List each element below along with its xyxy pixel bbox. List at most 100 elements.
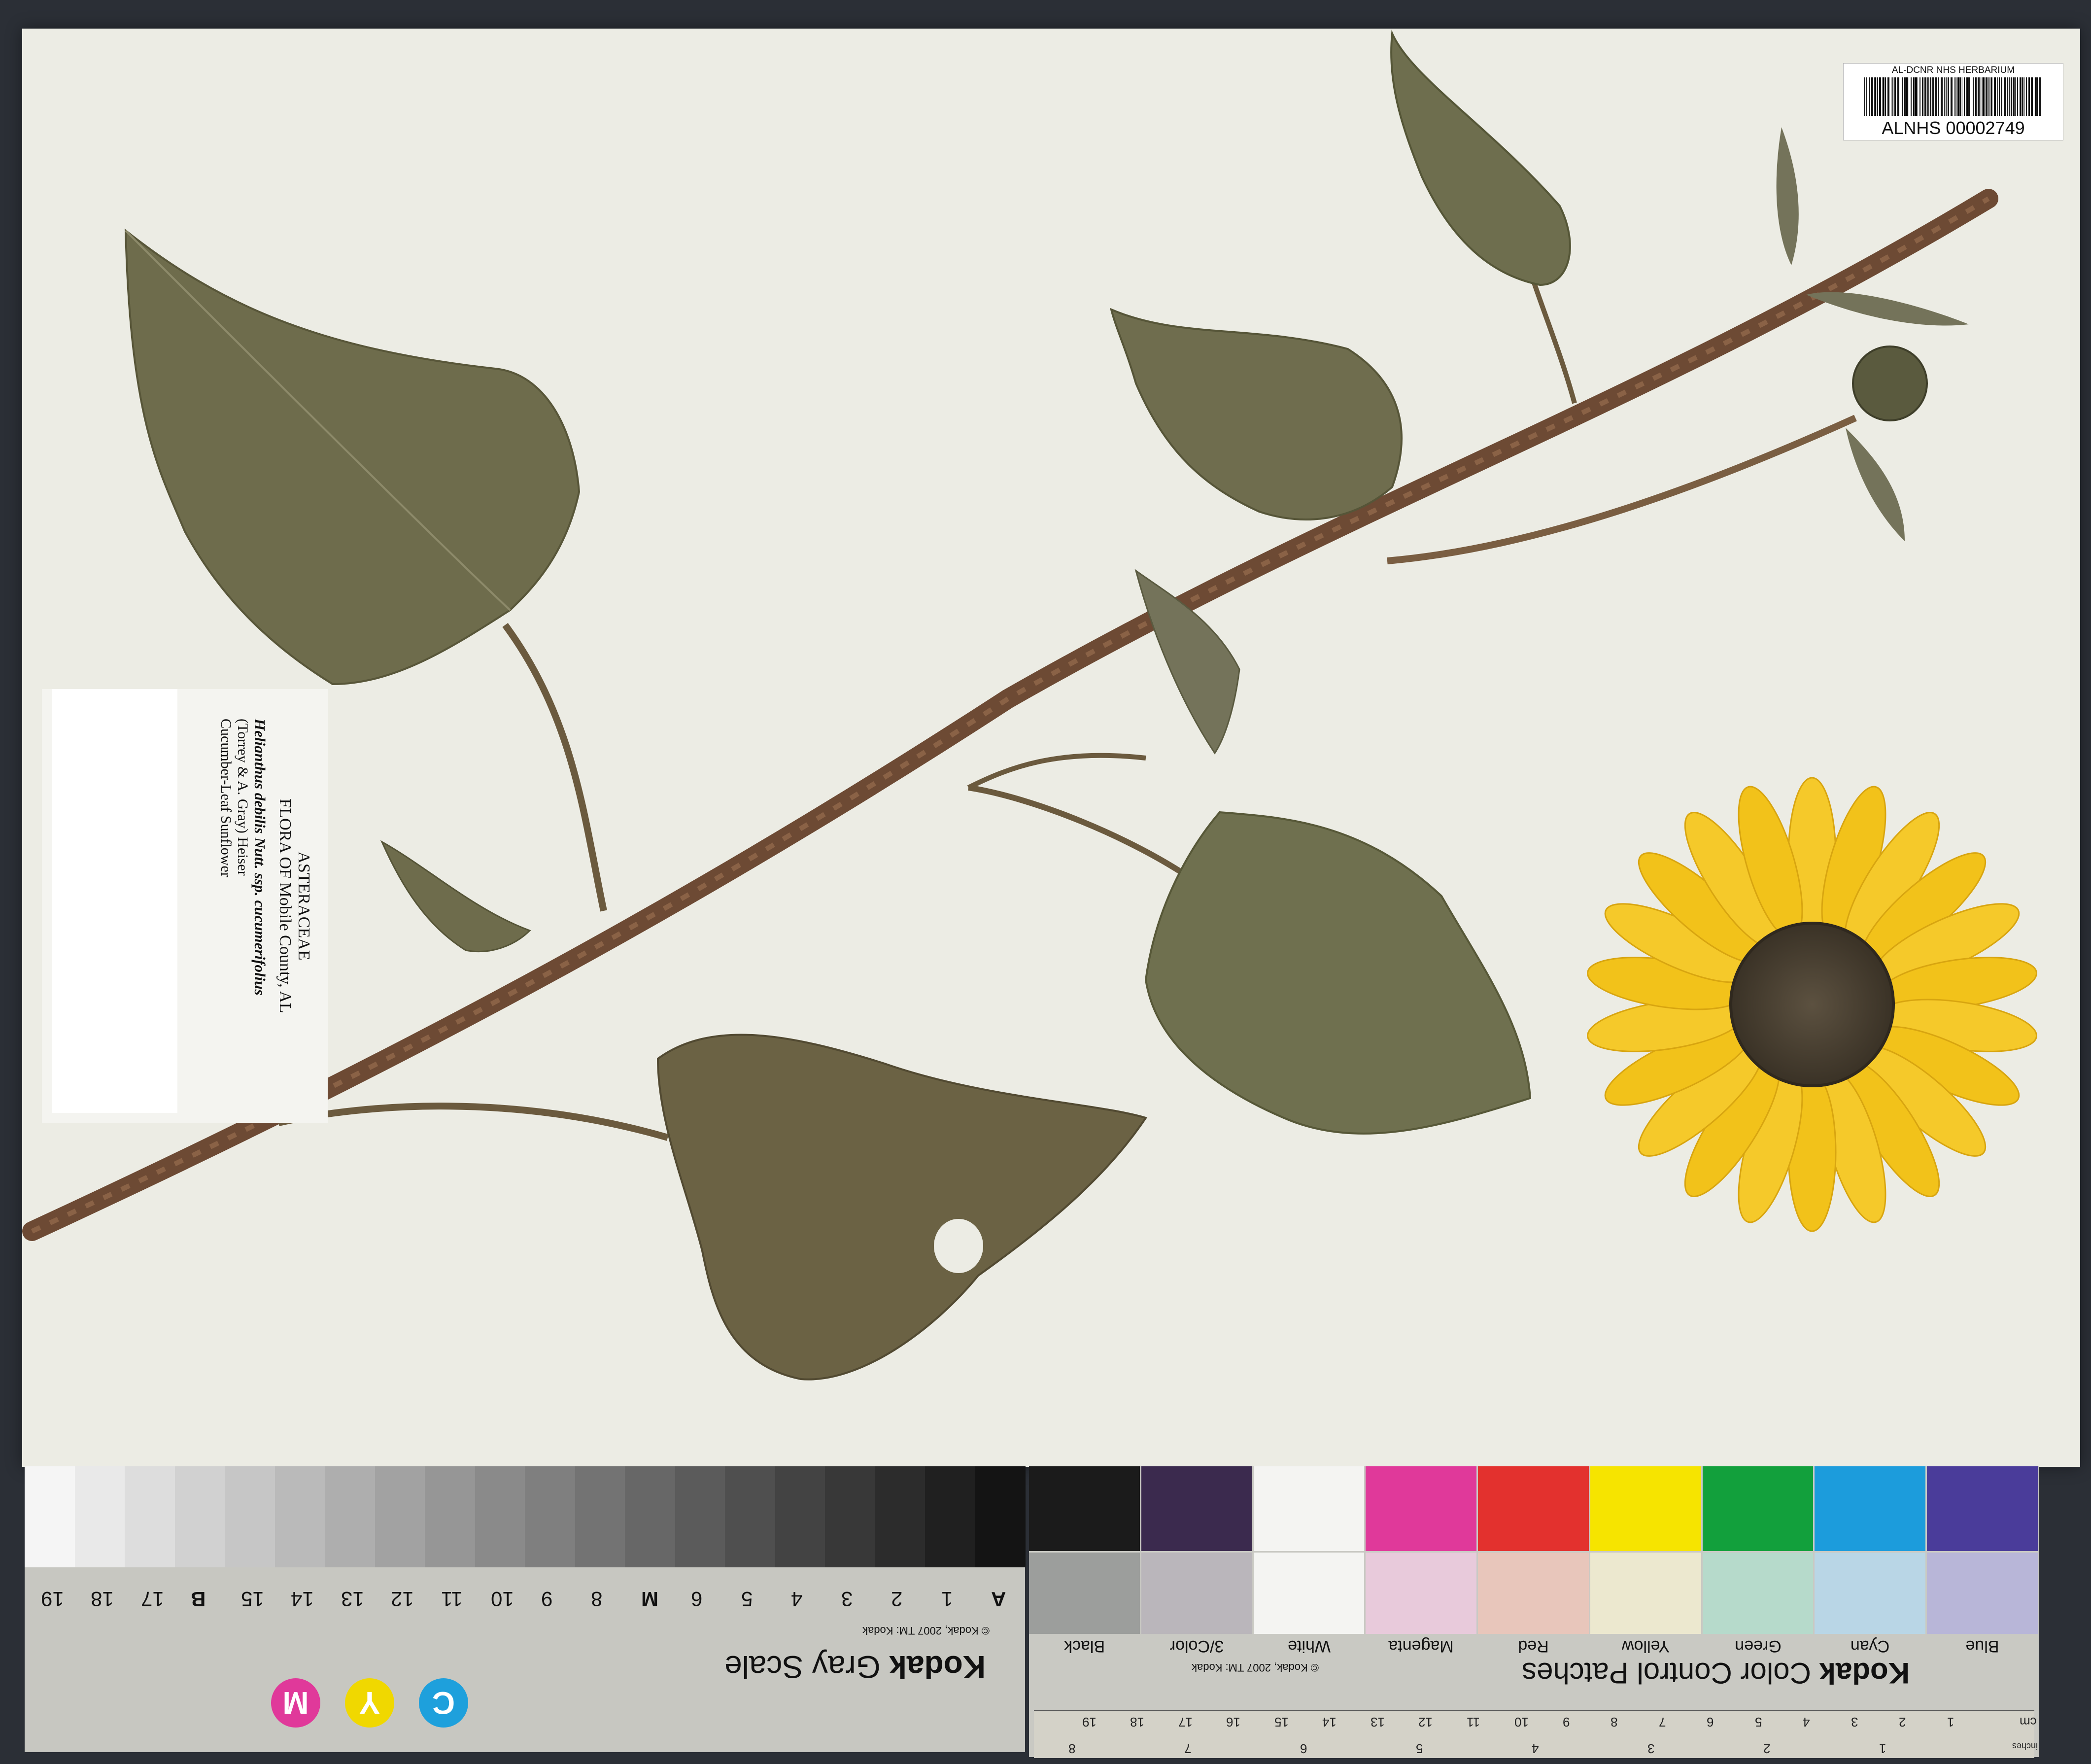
ruler-cm-label: 17 bbox=[1178, 1715, 1193, 1729]
gray-step-label: 15 bbox=[240, 1588, 264, 1611]
gray-scale-title: Gray Scale bbox=[724, 1649, 881, 1685]
ruler-cm-label: 9 bbox=[1562, 1715, 1570, 1729]
color-patch bbox=[1478, 1466, 1589, 1551]
leaf bbox=[1776, 127, 1799, 265]
color-patch-light bbox=[1815, 1553, 1926, 1634]
branch bbox=[968, 785, 1197, 884]
color-patch bbox=[1702, 1466, 1814, 1551]
cmy-y: Y bbox=[345, 1678, 394, 1728]
gray-patch bbox=[174, 1466, 225, 1567]
color-patch-light bbox=[1029, 1553, 1140, 1634]
gray-patch bbox=[274, 1466, 325, 1567]
gray-step-label: A bbox=[991, 1588, 1006, 1611]
barcode-label: AL-DCNR NHS HERBARIUM ALNHS 00002749 bbox=[1843, 63, 2063, 140]
gray-step-label: 18 bbox=[91, 1588, 114, 1611]
color-patch-light bbox=[1253, 1553, 1365, 1634]
taxon-name: Helianthus debilis Nutt. ssp. cucumerifo… bbox=[251, 719, 269, 996]
gray-step-label: 2 bbox=[891, 1588, 903, 1611]
branch bbox=[502, 623, 607, 912]
gray-step-label: 5 bbox=[741, 1588, 753, 1611]
color-patch-light bbox=[1478, 1553, 1589, 1634]
gray-step-label: 10 bbox=[491, 1588, 514, 1611]
color-name: Blue bbox=[1965, 1637, 1999, 1656]
ruler-cm-label: 14 bbox=[1322, 1715, 1337, 1729]
color-patch bbox=[1927, 1466, 2038, 1551]
gray-patch bbox=[475, 1466, 525, 1567]
ruler-cm-label: 1 bbox=[1947, 1715, 1954, 1729]
family-name: ASTERACEAE bbox=[295, 851, 313, 961]
leaf bbox=[656, 1034, 1148, 1381]
ruler-unit-in: inches bbox=[2012, 1741, 2038, 1751]
ruler-cm-label: 4 bbox=[1803, 1715, 1810, 1729]
ruler-cm-label: 18 bbox=[1130, 1715, 1144, 1729]
gray-step-label: 13 bbox=[341, 1588, 364, 1611]
gray-patch bbox=[775, 1466, 825, 1567]
color-patch-light bbox=[1702, 1553, 1814, 1634]
gray-step-label: 3 bbox=[841, 1588, 853, 1611]
gray-patch bbox=[125, 1466, 175, 1567]
ruler-inch-label: 1 bbox=[1879, 1741, 1886, 1756]
specimen-plant bbox=[22, 30, 2037, 1381]
leaf bbox=[1846, 428, 1905, 541]
ruler-inch-label: 4 bbox=[1532, 1741, 1539, 1756]
taxon-authors: (Torrey & A. Gray) Heiser bbox=[235, 719, 251, 876]
ruler-cm-label: 11 bbox=[1466, 1715, 1480, 1729]
color-patch bbox=[1366, 1466, 1477, 1551]
color-name: 3/Color bbox=[1169, 1637, 1224, 1656]
cmy-m: M bbox=[271, 1678, 320, 1728]
specimen-label: ASTERACEAE FLORA OF Mobile County, AL He… bbox=[42, 689, 328, 1123]
ruler-unit-cm: cm bbox=[2020, 1715, 2037, 1729]
kodak-gray-scale: 19 18 17 B 15 14 13 12 11 10 9 8 M 6 5 4 3 2 1 A Kodak Gray… bbox=[25, 1466, 1026, 1752]
leaf bbox=[1390, 30, 1571, 286]
ruler-inch-label: 8 bbox=[1068, 1741, 1076, 1756]
branch bbox=[1387, 415, 1857, 564]
gray-step-label: 19 bbox=[40, 1588, 64, 1611]
ruler-cm-label: 7 bbox=[1658, 1715, 1666, 1729]
catalog-number: ALNHS 00002749 bbox=[1882, 118, 2025, 138]
ruler-cm-label: 16 bbox=[1226, 1715, 1240, 1729]
color-patch bbox=[1029, 1466, 1140, 1551]
barcode-bars bbox=[1864, 77, 2041, 116]
color-name: Green bbox=[1734, 1637, 1782, 1656]
gray-patch bbox=[225, 1466, 275, 1567]
color-patch bbox=[1141, 1466, 1252, 1551]
color-patch-light bbox=[1927, 1553, 2038, 1634]
common-name: Cucumber-Leaf Sunflower bbox=[218, 719, 234, 877]
ruler-inch-label: 3 bbox=[1647, 1741, 1655, 1756]
ruler-cm-label: 2 bbox=[1899, 1715, 1906, 1729]
ruler-cm-label: 19 bbox=[1082, 1715, 1097, 1729]
color-patches-copyright: © Kodak, 2007 TM: Kodak bbox=[1192, 1661, 1319, 1674]
ruler-cm-label: 13 bbox=[1370, 1715, 1385, 1729]
color-patch bbox=[1815, 1466, 1926, 1551]
gray-step-label: 12 bbox=[391, 1588, 414, 1611]
color-name: Cyan bbox=[1851, 1637, 1890, 1656]
flora-title: FLORA OF Mobile County, AL bbox=[276, 798, 294, 1013]
gray-patch bbox=[575, 1466, 625, 1567]
gray-patch bbox=[975, 1466, 1026, 1567]
color-patch bbox=[1590, 1466, 1701, 1551]
ruler-inch-label: 7 bbox=[1184, 1741, 1192, 1756]
gray-step-label: 8 bbox=[591, 1588, 603, 1611]
gray-patch bbox=[525, 1466, 576, 1567]
color-name: Magenta bbox=[1388, 1637, 1454, 1656]
gray-step-label: B bbox=[191, 1588, 206, 1611]
leaf bbox=[1806, 292, 1969, 326]
ruler-inch-label: 2 bbox=[1763, 1741, 1771, 1756]
leaf bbox=[1144, 811, 1532, 1135]
gray-step-label: M bbox=[641, 1588, 658, 1611]
ruler: 1 2 3 4 5 6 7 8 9 10 11 12 13 14 15 16 17 18 19 1 2 3 4 5 6 7 8 cm… bbox=[1034, 1710, 2038, 1758]
gray-step-label: 6 bbox=[691, 1588, 703, 1611]
ruler-cm-label: 5 bbox=[1754, 1715, 1762, 1729]
gray-patch bbox=[425, 1466, 476, 1567]
color-patches-title: Color Control Patches bbox=[1522, 1657, 1811, 1690]
gray-step-label: 9 bbox=[541, 1588, 553, 1611]
ruler-cm-label: 6 bbox=[1707, 1715, 1714, 1729]
gray-patch bbox=[825, 1466, 876, 1567]
herbarium-sheet: AL-DCNR NHS HERBARIUM ALNHS 00002749 AST… bbox=[22, 29, 2080, 1467]
color-name: Red bbox=[1518, 1637, 1549, 1656]
gray-patch bbox=[325, 1466, 376, 1567]
color-patches-brand: Kodak bbox=[1819, 1657, 1910, 1690]
gray-patch bbox=[875, 1466, 926, 1567]
branch bbox=[277, 1103, 669, 1141]
ruler-cm-label: 10 bbox=[1514, 1715, 1529, 1729]
